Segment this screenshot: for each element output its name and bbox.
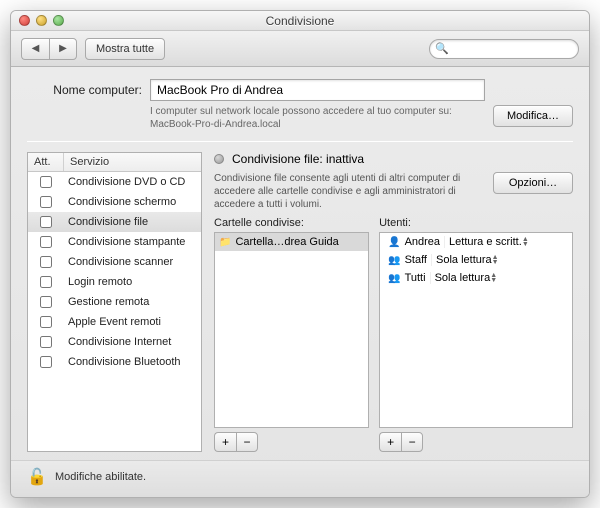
service-checkbox[interactable] xyxy=(40,296,52,308)
services-header-on[interactable]: Att. xyxy=(28,153,64,171)
service-name: Condivisione scanner xyxy=(64,256,201,268)
service-name: Apple Event remoti xyxy=(64,316,201,328)
remove-folder-button[interactable]: − xyxy=(236,432,258,452)
search-input[interactable] xyxy=(429,39,579,59)
user-icon xyxy=(388,254,400,266)
service-checkbox[interactable] xyxy=(40,336,52,348)
service-name: Condivisione stampante xyxy=(64,236,201,248)
user-name: Staff xyxy=(405,254,427,266)
permission-stepper[interactable]: ▲▼ xyxy=(492,255,499,265)
service-description: Condivisione file consente agli utenti d… xyxy=(214,172,483,211)
chevron-right-icon: ▶ xyxy=(59,43,67,54)
shared-folders-list[interactable]: Cartella…drea Guida xyxy=(214,232,369,428)
remove-user-button[interactable]: − xyxy=(401,432,423,452)
service-row[interactable]: Apple Event remoti xyxy=(28,312,201,332)
service-row[interactable]: Condivisione stampante xyxy=(28,232,201,252)
toolbar: ◀ ▶ Mostra tutte 🔍 xyxy=(11,31,589,67)
service-checkbox[interactable] xyxy=(40,356,52,368)
back-button[interactable]: ◀ xyxy=(21,38,49,60)
service-row[interactable]: Gestione remota xyxy=(28,292,201,312)
computer-name-input[interactable] xyxy=(150,79,485,101)
service-checkbox[interactable] xyxy=(40,236,52,248)
user-row[interactable]: Tutti Sola lettura▲▼ xyxy=(380,269,572,287)
service-checkbox[interactable] xyxy=(40,276,52,288)
services-header-name[interactable]: Servizio xyxy=(64,153,201,171)
folder-name: Cartella…drea Guida xyxy=(235,236,338,248)
folder-row[interactable]: Cartella…drea Guida xyxy=(215,233,368,251)
service-checkbox[interactable] xyxy=(40,316,52,328)
computer-name-label: Nome computer: xyxy=(27,79,142,97)
content-area: Nome computer: I computer sul network lo… xyxy=(11,67,589,460)
service-row[interactable]: Condivisione DVD o CD xyxy=(28,172,201,192)
services-body: Condivisione DVD o CD Condivisione scherm… xyxy=(28,172,201,451)
main-panel: Att. Servizio Condivisione DVD o CDCondi… xyxy=(27,152,573,452)
nav-back-forward: ◀ ▶ xyxy=(21,38,77,60)
service-name: Condivisione Internet xyxy=(64,336,201,348)
search-field: 🔍 xyxy=(429,39,579,59)
service-name: Condivisione file xyxy=(64,216,201,228)
forward-button[interactable]: ▶ xyxy=(49,38,77,60)
services-table: Att. Servizio Condivisione DVD o CDCondi… xyxy=(27,152,202,452)
shared-folders-column: Cartelle condivise: Cartella…drea Guida … xyxy=(214,217,369,452)
service-row[interactable]: Condivisione Internet xyxy=(28,332,201,352)
service-status-text: Condivisione file: inattiva xyxy=(232,152,364,166)
permission-value: Lettura e scritt. xyxy=(449,236,522,248)
search-icon: 🔍 xyxy=(435,42,449,55)
user-icon xyxy=(388,236,400,248)
footer: 🔓 Modifiche abilitate. xyxy=(11,460,589,497)
service-detail: Condivisione file: inattiva Condivisione… xyxy=(214,152,573,452)
status-indicator-icon xyxy=(214,154,224,164)
shared-folders-label: Cartelle condivise: xyxy=(214,217,369,229)
permission-stepper[interactable]: ▲▼ xyxy=(490,273,497,283)
show-all-button[interactable]: Mostra tutte xyxy=(85,38,165,60)
service-row[interactable]: Login remoto xyxy=(28,272,201,292)
user-name: Andrea xyxy=(405,236,440,248)
user-name: Tutti xyxy=(405,272,426,284)
service-row[interactable]: Condivisione file xyxy=(28,212,201,232)
titlebar: Condivisione xyxy=(11,11,589,31)
service-name: Login remoto xyxy=(64,276,201,288)
computer-name-hint: I computer sul network locale possono ac… xyxy=(150,101,485,131)
permission-value: Sola lettura xyxy=(435,272,491,284)
user-icon xyxy=(388,272,400,284)
service-row[interactable]: Condivisione scanner xyxy=(28,252,201,272)
users-label: Utenti: xyxy=(379,217,573,229)
divider xyxy=(27,141,573,142)
service-row[interactable]: Condivisione Bluetooth xyxy=(28,352,201,372)
permission-value: Sola lettura xyxy=(436,254,492,266)
service-name: Condivisione Bluetooth xyxy=(64,356,201,368)
edit-hostname-button[interactable]: Modifica… xyxy=(493,105,573,127)
service-checkbox[interactable] xyxy=(40,176,52,188)
chevron-left-icon: ◀ xyxy=(32,43,40,54)
folder-icon xyxy=(219,236,231,248)
sharing-lists: Cartelle condivise: Cartella…drea Guida … xyxy=(214,217,573,452)
service-checkbox[interactable] xyxy=(40,216,52,228)
services-header: Att. Servizio xyxy=(28,153,201,172)
permission-stepper[interactable]: ▲▼ xyxy=(522,237,529,247)
service-row[interactable]: Condivisione schermo xyxy=(28,192,201,212)
user-row[interactable]: Andrea Lettura e scritt.▲▼ xyxy=(380,233,572,251)
service-name: Condivisione DVD o CD xyxy=(64,176,201,188)
lock-text: Modifiche abilitate. xyxy=(55,471,146,483)
service-checkbox[interactable] xyxy=(40,196,52,208)
service-name: Condivisione schermo xyxy=(64,196,201,208)
service-status-row: Condivisione file: inattiva xyxy=(214,152,573,166)
user-row[interactable]: Staff Sola lettura▲▼ xyxy=(380,251,572,269)
service-name: Gestione remota xyxy=(64,296,201,308)
lock-icon[interactable]: 🔓 xyxy=(27,467,47,487)
users-list[interactable]: AndreaLettura e scritt.▲▼StaffSola lettu… xyxy=(379,232,573,428)
options-button[interactable]: Opzioni… xyxy=(493,172,573,194)
add-user-button[interactable]: + xyxy=(379,432,401,452)
preferences-window: Condivisione ◀ ▶ Mostra tutte 🔍 Nome com… xyxy=(10,10,590,498)
add-folder-button[interactable]: + xyxy=(214,432,236,452)
service-checkbox[interactable] xyxy=(40,256,52,268)
computer-name-block: Nome computer: I computer sul network lo… xyxy=(27,79,573,131)
users-column: Utenti: AndreaLettura e scritt.▲▼StaffSo… xyxy=(379,217,573,452)
window-title: Condivisione xyxy=(11,14,589,28)
